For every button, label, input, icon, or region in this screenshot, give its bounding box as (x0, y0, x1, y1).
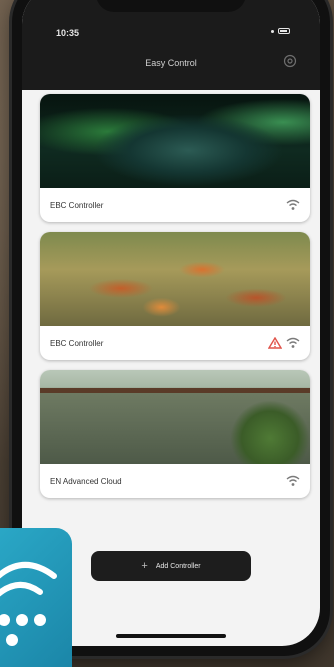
gear-icon[interactable] (282, 53, 298, 69)
status-time: 10:35 (56, 28, 80, 38)
controller-card[interactable]: EBC Controller (40, 232, 310, 360)
controller-image-aquarium (40, 94, 310, 188)
app-logo-badge (0, 528, 72, 667)
wifi-icon (286, 475, 300, 486)
signal-icon (271, 29, 274, 33)
controller-image-koi-pond (40, 232, 310, 326)
controller-name: EBC Controller (50, 338, 104, 348)
controller-card[interactable]: EN Advanced Cloud (40, 370, 310, 498)
controller-name: EN Advanced Cloud (50, 476, 122, 486)
add-controller-label: Add Controller (155, 562, 201, 570)
warning-icon (268, 337, 282, 349)
controller-image-garden-pond (40, 370, 310, 464)
controller-name: EBC Controller (50, 200, 104, 210)
plus-icon: + (141, 559, 148, 572)
add-controller-button[interactable]: + Add Controller (91, 551, 251, 581)
controller-card[interactable]: EBC Controller (40, 94, 310, 222)
status-icons (271, 28, 290, 34)
page-title: Easy Control (145, 58, 197, 68)
wifi-icon (286, 337, 300, 348)
wifi-icon (286, 199, 300, 210)
app-header: 10:35 Easy Control (22, 0, 320, 90)
controller-list: EBC Controller EBC Controller EN Advance… (40, 94, 310, 508)
wifi-signal-icon (0, 561, 57, 646)
phone-notch (96, 0, 246, 12)
home-indicator[interactable] (116, 634, 226, 638)
battery-icon (278, 28, 290, 34)
